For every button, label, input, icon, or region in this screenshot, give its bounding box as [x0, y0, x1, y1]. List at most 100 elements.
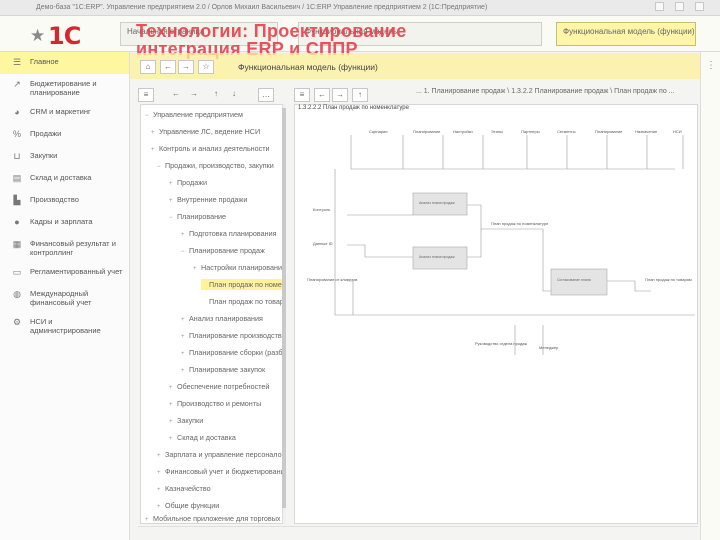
tree-node[interactable]: + Подготовка планирования: [181, 228, 277, 239]
forward-button[interactable]: →: [178, 60, 194, 74]
tree-node[interactable]: + Контроль и анализ деятельности: [151, 143, 270, 154]
diagram-up-icon[interactable]: ↑: [352, 88, 368, 102]
diagram-labels: Сценарии Планирование Настройки Этапы Па…: [307, 129, 692, 350]
diagram-input-label: Настройки: [453, 129, 473, 134]
chart-icon: ↗: [13, 79, 21, 89]
diagram-canvas[interactable]: Сценарии Планирование Настройки Этапы Па…: [294, 104, 698, 524]
content-header: ⌂ ← → ☆: [138, 58, 698, 76]
diagram-mechanism-label: Менеджер: [539, 345, 559, 350]
diagram-input-label: Планирование: [413, 129, 441, 134]
tree-back-icon[interactable]: ←: [168, 88, 184, 102]
tree-node[interactable]: − Управление предприятием: [145, 109, 243, 120]
home-icon[interactable]: ⌂: [140, 60, 156, 74]
diagram-menu-icon[interactable]: ≡: [294, 88, 310, 102]
tree-node[interactable]: + Закупки: [169, 415, 203, 426]
tree-node[interactable]: +Планирование сборки (разборки): [181, 347, 285, 358]
cart-icon: ⊔: [13, 151, 21, 161]
diagram-heading: 1.3.2.2.2 План продаж по номенклатуре: [298, 105, 409, 111]
diagram-breadcrumb: ... 1. Планирование продаж \ 1.3.2.2 Пла…: [416, 88, 675, 95]
sidebar-item-hr[interactable]: ● Кадры и зарплата: [0, 212, 129, 234]
tab-functional-model-functions[interactable]: Функциональная модель (функции): [556, 22, 696, 46]
tree-menu-icon[interactable]: ≡: [138, 88, 154, 102]
tree-node[interactable]: + Финансовый учет и бюджетирование: [157, 466, 285, 477]
diagram-forward-icon[interactable]: →: [332, 88, 348, 102]
diagram-input-label: Партнеры: [521, 129, 540, 134]
tree-node[interactable]: + Управление ЛС, ведение НСИ: [151, 126, 260, 137]
back-button[interactable]: ←: [160, 60, 176, 74]
diagram-input-label: Планирование от клиентов: [307, 277, 357, 282]
diagram-mechanism-label: Руководство отдела продаж: [475, 341, 528, 346]
tree-node[interactable]: + Склад и доставка: [169, 432, 236, 443]
tree-node[interactable]: + Производство и ремонты: [169, 398, 261, 409]
tree-node[interactable]: + Планирование производства: [181, 330, 285, 341]
tree-node-selected[interactable]: План продаж по номенклатуре: [201, 279, 285, 290]
favorite-star-icon[interactable]: ☆: [198, 60, 214, 74]
sidebar-item-financial-result[interactable]: ▦ Финансовый результат и контроллинг: [0, 234, 129, 262]
sidebar-item-admin[interactable]: ⚙ НСИ и администрирование: [0, 312, 129, 340]
right-panel-strip: ⋮: [700, 52, 720, 540]
window-title: Демо-база "1С:ERP". Управление предприят…: [36, 4, 488, 11]
menu-icon: ☰: [12, 57, 22, 67]
diagram-input-label: НСИ: [673, 129, 682, 134]
diagram-input-label: Сегменты: [557, 129, 576, 134]
factory-icon: ▙: [13, 195, 21, 205]
tree-node[interactable]: + Мобильное приложение для торговых: [145, 513, 281, 523]
favorites-star-icon[interactable]: ★: [30, 26, 45, 46]
tree-node[interactable]: − Планирование продаж: [181, 245, 265, 256]
diagram-input-label: Этапы: [491, 129, 503, 134]
function-block-label: Анализ плана продаж: [419, 255, 455, 259]
tree-node[interactable]: + Общие функции: [157, 500, 219, 511]
sidebar-item-crm[interactable]: ◕ CRM и маркетинг: [0, 102, 129, 124]
idef0-diagram: Сценарии Планирование Настройки Этапы Па…: [307, 129, 695, 355]
sidebar-item-main[interactable]: ☰ Главное: [0, 52, 129, 74]
tree-down-icon[interactable]: ↓: [226, 88, 242, 102]
tree-node[interactable]: − Продажи, производство, закупки: [157, 160, 274, 171]
tree-node[interactable]: + Анализ планирования: [181, 313, 263, 324]
window-titlebar: Демо-база "1С:ERP". Управление предприят…: [0, 0, 720, 16]
sidebar-item-purchases[interactable]: ⊔ Закупки: [0, 146, 129, 168]
globe-icon: ◍: [13, 289, 21, 299]
page-title: Функциональная модель (функции): [238, 62, 378, 72]
sidebar-item-ifrs[interactable]: ◍ Международный финансовый учет: [0, 284, 129, 312]
diagram-input-label: Планирование: [595, 129, 623, 134]
document-icon: ▭: [12, 267, 22, 277]
function-block-label: Анализ плана продаж: [419, 201, 455, 205]
sidebar-item-production[interactable]: ▙ Производство: [0, 190, 129, 212]
function-block-label: Согласование плана: [557, 278, 591, 282]
maximize-button[interactable]: [675, 2, 684, 11]
tree-up-icon[interactable]: ↑: [208, 88, 224, 102]
tree-node[interactable]: План продаж по товарам: [201, 296, 285, 307]
diagram-input-label: Назначение: [635, 129, 658, 134]
tree-node[interactable]: + Продажи: [169, 177, 207, 188]
diagram-connectors: [334, 135, 695, 355]
sidebar-item-warehouse[interactable]: ▤ Склад и доставка: [0, 168, 129, 190]
function-tree: − Управление предприятием + Управление ЛС,…: [140, 104, 286, 524]
close-button[interactable]: [695, 2, 704, 11]
tree-node[interactable]: + Казначейство: [157, 483, 211, 494]
people-icon: ◕: [14, 107, 20, 117]
tree-scroll-thumb[interactable]: [282, 108, 286, 508]
sidebar-item-budgeting[interactable]: ↗ Бюджетирование и планирование: [0, 74, 129, 102]
diagram-input-label: Сценарии: [369, 129, 388, 134]
more-icon[interactable]: ⋮: [706, 60, 716, 71]
function-block: [550, 268, 608, 296]
tree-node[interactable]: + Планирование закупок: [181, 364, 265, 375]
tree-node[interactable]: − Планирование: [169, 211, 226, 222]
diagram-output-label: План продаж по товарам: [645, 277, 692, 282]
tree-more-button[interactable]: …: [258, 88, 274, 102]
box-icon: ▤: [12, 173, 22, 183]
diagram-back-icon[interactable]: ←: [314, 88, 330, 102]
grid-icon: ▦: [12, 239, 22, 249]
diagram-input-label: Данные ID: [313, 241, 333, 246]
sidebar-item-sales[interactable]: % Продажи: [0, 124, 129, 146]
tree-forward-icon[interactable]: →: [186, 88, 202, 102]
sidebar-item-regulated-accounting[interactable]: ▭ Регламентированный учет: [0, 262, 129, 284]
tree-node[interactable]: + Настройки планирования: [193, 262, 285, 273]
tree-node[interactable]: + Внутренние продажи: [169, 194, 247, 205]
person-icon: ●: [14, 217, 20, 227]
diagram-output-label: План продаж по номенклатуре: [491, 221, 549, 226]
tree-node[interactable]: + Зарплата и управление персоналом: [157, 449, 285, 460]
tree-node[interactable]: + Обеспечение потребностей: [169, 381, 269, 392]
diagram-input-label: Контроль: [313, 207, 330, 212]
minimize-button[interactable]: [655, 2, 664, 11]
